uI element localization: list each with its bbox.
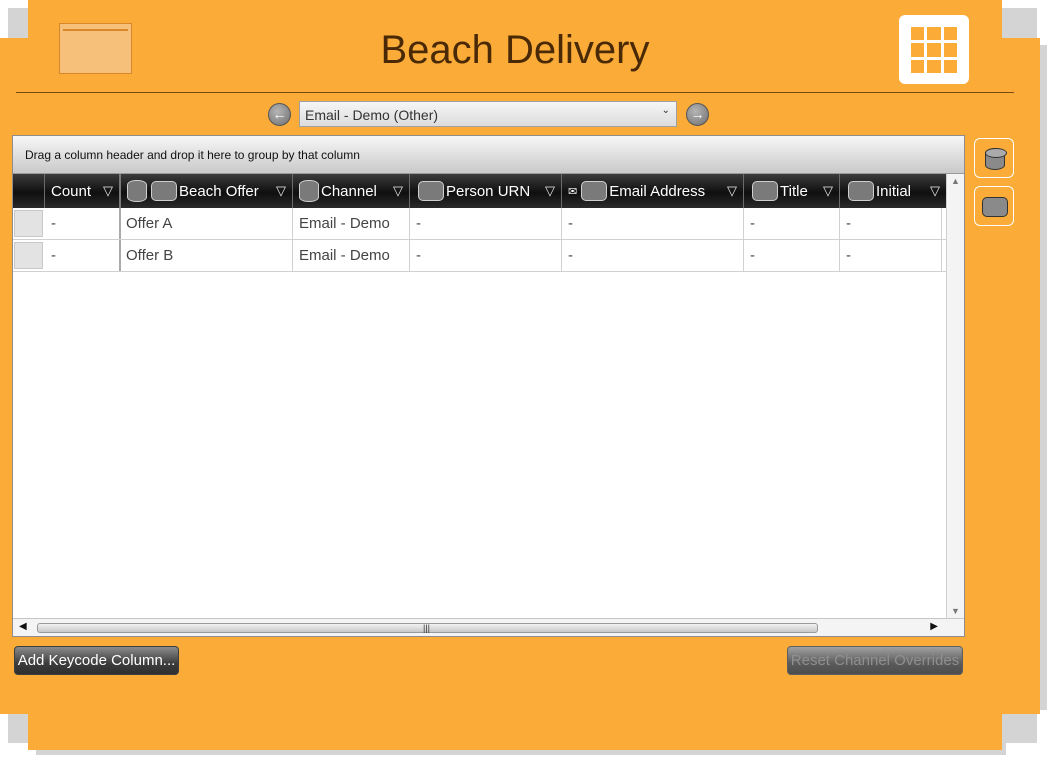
column-header-label: Initial	[876, 182, 912, 200]
channel-select-value: Email - Demo (Other)	[305, 107, 439, 123]
scroll-left-icon[interactable]: ◀	[19, 621, 27, 632]
row-selector[interactable]	[14, 242, 43, 269]
column-header-label: Beach Offer	[179, 182, 259, 200]
cell-email-address[interactable]: -	[562, 240, 744, 271]
scroll-down-icon[interactable]: ▼	[951, 606, 960, 616]
database-icon	[127, 180, 147, 202]
field-tag-icon	[982, 197, 1008, 217]
filter-icon[interactable]: ▽	[823, 183, 833, 199]
title-divider	[16, 92, 1014, 93]
cell-person-urn[interactable]: -	[410, 240, 562, 271]
group-by-panel[interactable]: Drag a column header and drop it here to…	[13, 136, 964, 174]
cell-title[interactable]: -	[744, 208, 840, 239]
field-tag-icon	[151, 181, 177, 201]
vertical-scrollbar[interactable]: ▲ ▼	[946, 174, 964, 618]
field-tag-icon	[848, 181, 874, 201]
row-selector[interactable]	[14, 210, 43, 237]
field-tag-icon	[581, 181, 608, 201]
grip-icon: |||	[423, 623, 431, 633]
cell-count[interactable]: -	[45, 208, 121, 239]
page-title: Beach Delivery	[380, 28, 650, 72]
database-icon	[985, 148, 1007, 170]
arrow-left-icon: ←	[272, 106, 287, 122]
cell-beach-offer[interactable]: Offer B	[121, 240, 293, 271]
scroll-up-icon[interactable]: ▲	[951, 176, 960, 186]
grid-header-row: Count ▽ Beach Offer ▽ Channel ▽ Person U…	[13, 174, 946, 208]
mail-icon: ✉	[568, 185, 578, 198]
column-header-count[interactable]: Count ▽	[45, 174, 121, 208]
column-header-label: Person URN	[446, 182, 531, 200]
cell-initial[interactable]: -	[840, 240, 942, 271]
column-header-label: Title	[780, 182, 808, 200]
filter-icon[interactable]: ▽	[727, 183, 737, 199]
cell-initial[interactable]: -	[840, 208, 942, 239]
apps-grid-button[interactable]	[899, 15, 969, 84]
add-keycode-column-button[interactable]: Add Keycode Column...	[14, 646, 179, 675]
row-selector-header	[13, 174, 45, 208]
scroll-right-icon[interactable]: ▶	[930, 621, 938, 632]
cell-channel[interactable]: Email - Demo	[293, 208, 410, 239]
arrow-right-icon: →	[690, 106, 705, 122]
field-tag-icon	[418, 181, 444, 201]
filter-icon[interactable]: ▽	[103, 183, 113, 199]
cell-email-address[interactable]: -	[562, 208, 744, 239]
chevron-down-icon: ⌄	[661, 105, 670, 116]
table-row[interactable]: - Offer A Email - Demo - - - -	[13, 208, 946, 240]
channel-select[interactable]: Email - Demo (Other) ⌄	[299, 101, 677, 127]
filter-icon[interactable]: ▽	[276, 183, 286, 199]
filter-icon[interactable]: ▽	[545, 183, 555, 199]
column-header-label: Email Address	[609, 182, 706, 200]
column-header-label: Channel	[321, 182, 377, 200]
cell-person-urn[interactable]: -	[410, 208, 562, 239]
field-tag-icon	[752, 181, 778, 201]
grid-icon	[911, 27, 957, 73]
column-header-label: Count	[51, 182, 92, 200]
filter-icon[interactable]: ▽	[393, 183, 403, 199]
next-channel-button[interactable]: →	[686, 103, 709, 126]
column-header-person-urn[interactable]: Person URN ▽	[410, 174, 562, 208]
group-by-hint: Drag a column header and drop it here to…	[25, 148, 360, 162]
database-icon	[299, 180, 319, 202]
horizontal-scrollbar[interactable]: ◀ ||| ▶	[13, 618, 964, 636]
cell-count[interactable]: -	[45, 240, 121, 271]
cell-title[interactable]: -	[744, 240, 840, 271]
filter-icon[interactable]: ▽	[930, 183, 940, 199]
scrollbar-thumb[interactable]: |||	[37, 623, 818, 633]
cell-channel[interactable]: Email - Demo	[293, 240, 410, 271]
database-field-button[interactable]	[974, 138, 1014, 178]
custom-field-button[interactable]	[974, 186, 1014, 226]
column-header-title[interactable]: Title ▽	[744, 174, 840, 208]
data-grid: Drag a column header and drop it here to…	[12, 135, 965, 637]
previous-channel-button[interactable]: ←	[268, 103, 291, 126]
cell-beach-offer[interactable]: Offer A	[121, 208, 293, 239]
table-row[interactable]: - Offer B Email - Demo - - - -	[13, 240, 946, 272]
column-header-beach-offer[interactable]: Beach Offer ▽	[121, 174, 293, 208]
reset-channel-overrides-button[interactable]: Reset Channel Overrides	[787, 646, 963, 675]
column-header-channel[interactable]: Channel ▽	[293, 174, 410, 208]
column-header-email-address[interactable]: ✉ Email Address ▽	[562, 174, 744, 208]
column-header-initial[interactable]: Initial ▽	[840, 174, 946, 208]
